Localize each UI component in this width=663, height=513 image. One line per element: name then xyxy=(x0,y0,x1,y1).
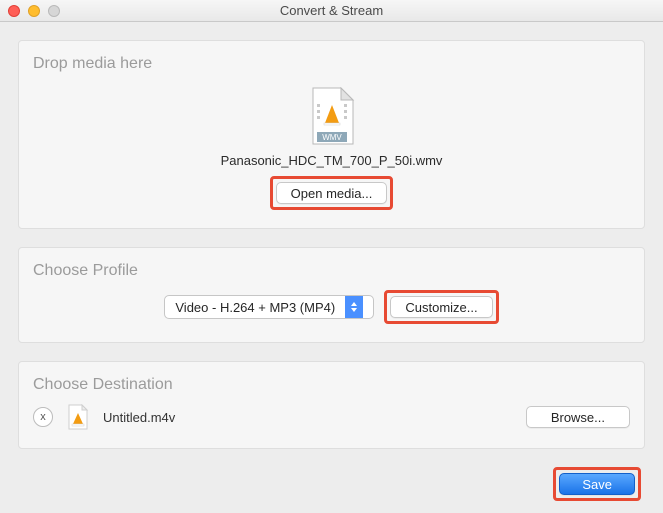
section-drop-media: Drop media here WMV Panasonic_HDC_TM_700… xyxy=(18,40,645,229)
section-choose-profile: Choose Profile Video - H.264 + MP3 (MP4)… xyxy=(18,247,645,343)
stepper-arrows-icon xyxy=(345,296,363,318)
open-media-button[interactable]: Open media... xyxy=(276,182,388,204)
remove-destination-button[interactable]: x xyxy=(33,407,53,427)
minimize-window-icon[interactable] xyxy=(28,5,40,17)
save-button[interactable]: Save xyxy=(559,473,635,495)
highlight-customize: Customize... xyxy=(384,290,498,324)
destination-file-icon xyxy=(67,404,89,430)
section-choose-destination: Choose Destination x Untitled.m4v Browse… xyxy=(18,361,645,449)
profile-select[interactable]: Video - H.264 + MP3 (MP4) xyxy=(164,295,374,319)
drop-area[interactable]: WMV Panasonic_HDC_TM_700_P_50i.wmv Open … xyxy=(33,83,630,210)
titlebar: Convert & Stream xyxy=(0,0,663,22)
zoom-window-icon[interactable] xyxy=(48,5,60,17)
profile-select-value: Video - H.264 + MP3 (MP4) xyxy=(165,300,345,315)
window-title: Convert & Stream xyxy=(0,3,663,18)
highlight-open-media: Open media... xyxy=(270,176,394,210)
svg-text:WMV: WMV xyxy=(322,133,342,142)
drop-heading: Drop media here xyxy=(33,55,630,73)
browse-button[interactable]: Browse... xyxy=(526,406,630,428)
profile-heading: Choose Profile xyxy=(33,262,630,280)
destination-filename: Untitled.m4v xyxy=(103,410,175,425)
footer: Save xyxy=(18,467,645,501)
window-controls xyxy=(0,5,60,17)
destination-heading: Choose Destination xyxy=(33,376,630,394)
close-window-icon[interactable] xyxy=(8,5,20,17)
dropped-file-name: Panasonic_HDC_TM_700_P_50i.wmv xyxy=(221,153,443,168)
media-file-icon: WMV xyxy=(309,87,355,145)
customize-button[interactable]: Customize... xyxy=(390,296,492,318)
highlight-save: Save xyxy=(553,467,641,501)
